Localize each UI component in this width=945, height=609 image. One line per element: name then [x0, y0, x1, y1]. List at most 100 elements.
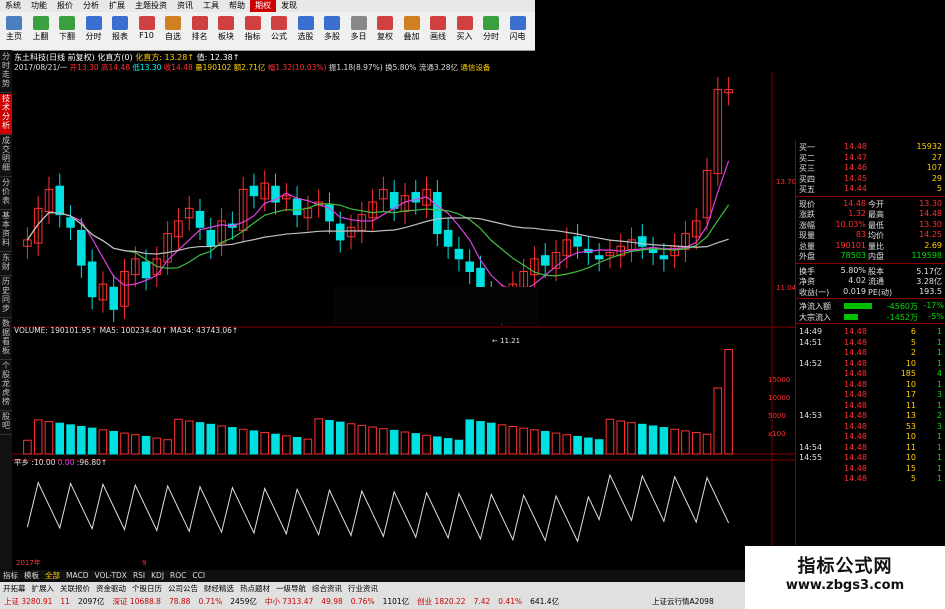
tick-volume: 11 [905, 442, 916, 452]
left-tab[interactable]: 基本资料 [0, 211, 12, 252]
function-tab[interactable]: 行业资讯 [345, 584, 381, 593]
volume-bar [486, 422, 496, 455]
indicator-tab[interactable]: RSI [130, 570, 148, 582]
tick-volume: 6 [910, 327, 916, 336]
function-tab[interactable]: 财经精选 [201, 584, 237, 593]
menu-item[interactable]: 资讯 [172, 0, 198, 12]
tick-volume: 5 [910, 474, 916, 483]
volume-bar [659, 427, 669, 455]
bid-price: 14.48 [844, 142, 867, 151]
bid-volume: 29 [931, 173, 942, 183]
toolbar-button[interactable]: 报表 [108, 14, 132, 48]
toolbar-button[interactable]: 叠加 [400, 14, 424, 48]
menu-item[interactable]: 帮助 [224, 0, 250, 12]
toolbar-button[interactable]: 选股 [294, 14, 318, 48]
index-field: 1101亿 [382, 597, 410, 606]
toolbar-button-label: 上翻 [32, 32, 49, 41]
toolbar-button[interactable]: 自选 [161, 14, 185, 48]
toolbar-button[interactable]: 画线 [426, 14, 450, 48]
ma-label: 化直方: 13.28↑ [135, 53, 195, 62]
quote-row: 总量 190101 量比 2.69 [796, 241, 945, 251]
info-amplitude: 振1.18(8.97%) [328, 63, 383, 72]
left-tab[interactable]: 技术分析 [0, 94, 12, 135]
stat-label: 收益(一) [799, 287, 830, 297]
toolbar-button-label: 公式 [271, 32, 287, 41]
menu-item[interactable]: 系统 [0, 0, 26, 12]
indicator-tab[interactable]: CCI [189, 570, 208, 582]
volume-bar [433, 436, 442, 455]
left-tab[interactable]: 数据看板 [0, 319, 12, 360]
tick-count: 1 [936, 453, 942, 462]
volume-bar [508, 426, 518, 455]
tick-time: 14:52 [799, 358, 823, 368]
function-tab[interactable]: 一级导航 [273, 584, 309, 593]
toolbar-button[interactable]: 分时 [82, 14, 106, 48]
menu-item[interactable]: 功能 [26, 0, 52, 12]
menu-item[interactable]: 扩展 [104, 0, 130, 12]
indicator-tab[interactable]: 模板 [21, 570, 42, 582]
info-high: 高14.48 [101, 63, 131, 72]
toolbar-button[interactable]: 指标 [241, 14, 265, 48]
left-tab[interactable]: 股吧 [0, 412, 12, 435]
left-tab[interactable]: 东财 [0, 253, 12, 276]
stat-label: 最低 [868, 220, 884, 230]
function-tab[interactable]: 热点题材 [237, 584, 273, 593]
volume-bar [443, 438, 453, 455]
function-tab[interactable]: 综合资讯 [309, 584, 345, 593]
indicator-tab[interactable]: 指标 [0, 570, 21, 582]
left-tab[interactable]: 历史同步 [0, 277, 12, 318]
quote-row: 14:54 14.48 11 1 [796, 443, 945, 453]
volume-bar [44, 421, 54, 455]
stat-label: 今开 [868, 199, 884, 209]
function-tab[interactable]: 公司公告 [165, 584, 201, 593]
quote-row: 14.48 15 1 [796, 464, 945, 474]
toolbar-button[interactable]: 上翻 [29, 14, 53, 48]
volume-bar [66, 424, 75, 455]
function-tab[interactable]: 开拓幕 [0, 584, 29, 593]
menu-item[interactable]: 工具 [198, 0, 224, 12]
function-tab[interactable]: 关联报价 [57, 584, 93, 593]
left-tab[interactable]: 个股龙虎榜 [0, 361, 12, 411]
indicator-tab[interactable]: ROC [167, 570, 189, 582]
toolbar-button[interactable]: 复权 [373, 14, 397, 48]
indicator-tab[interactable]: VOL-TDX [91, 570, 129, 582]
indicator-tab[interactable]: KDJ [148, 570, 167, 582]
formula-icon [271, 16, 287, 30]
tick-count: 1 [936, 327, 942, 336]
indicator-tab[interactable]: MACD [63, 570, 91, 582]
date-axis-label: 2017年 [16, 558, 41, 567]
toolbar-button[interactable]: 分时 [479, 14, 503, 48]
toolbar-button[interactable]: 买入 [453, 14, 477, 48]
menu-item[interactable]: 期权 [250, 0, 276, 12]
volume-bar [23, 439, 32, 455]
toolbar-button[interactable]: 闪电 [506, 14, 530, 48]
volume-bar [400, 431, 410, 455]
left-tab[interactable]: 分时走势 [0, 52, 12, 93]
function-tab[interactable]: 扩展入 [29, 584, 58, 593]
toolbar-button[interactable]: 公式 [267, 14, 291, 48]
candle-body [195, 210, 205, 228]
candle-body [77, 229, 86, 266]
menu-item[interactable]: 发现 [276, 0, 302, 12]
toolbar-button[interactable]: 下翻 [55, 14, 79, 48]
menu-item[interactable]: 分析 [78, 0, 104, 12]
tick-price: 14.48 [844, 474, 867, 483]
left-tab[interactable]: 成交明细 [0, 136, 12, 177]
menu-item[interactable]: 报价 [52, 0, 78, 12]
toolbar-button[interactable]: 多股 [320, 14, 344, 48]
toolbar-button[interactable]: 排名 [188, 14, 212, 48]
volume-bar [724, 349, 733, 455]
toolbar-button[interactable]: 主页 [2, 14, 26, 48]
index-field: 2459亿 [230, 597, 257, 606]
toolbar-button[interactable]: F10 [135, 14, 159, 48]
left-tab[interactable]: 分价表 [0, 178, 12, 210]
stat-value: 14.48 [843, 198, 866, 208]
menu-item[interactable]: 主题投资 [130, 0, 172, 12]
stat-value: 78503 [840, 251, 866, 260]
toolbar-button[interactable]: 多日 [347, 14, 371, 48]
function-tab[interactable]: 个股日历 [129, 584, 165, 593]
toolbar-button[interactable]: 板块 [214, 14, 238, 48]
indicator-tab[interactable]: 全部 [42, 570, 63, 582]
function-tab[interactable]: 资金驱动 [93, 584, 129, 593]
volume-bar [152, 437, 162, 455]
